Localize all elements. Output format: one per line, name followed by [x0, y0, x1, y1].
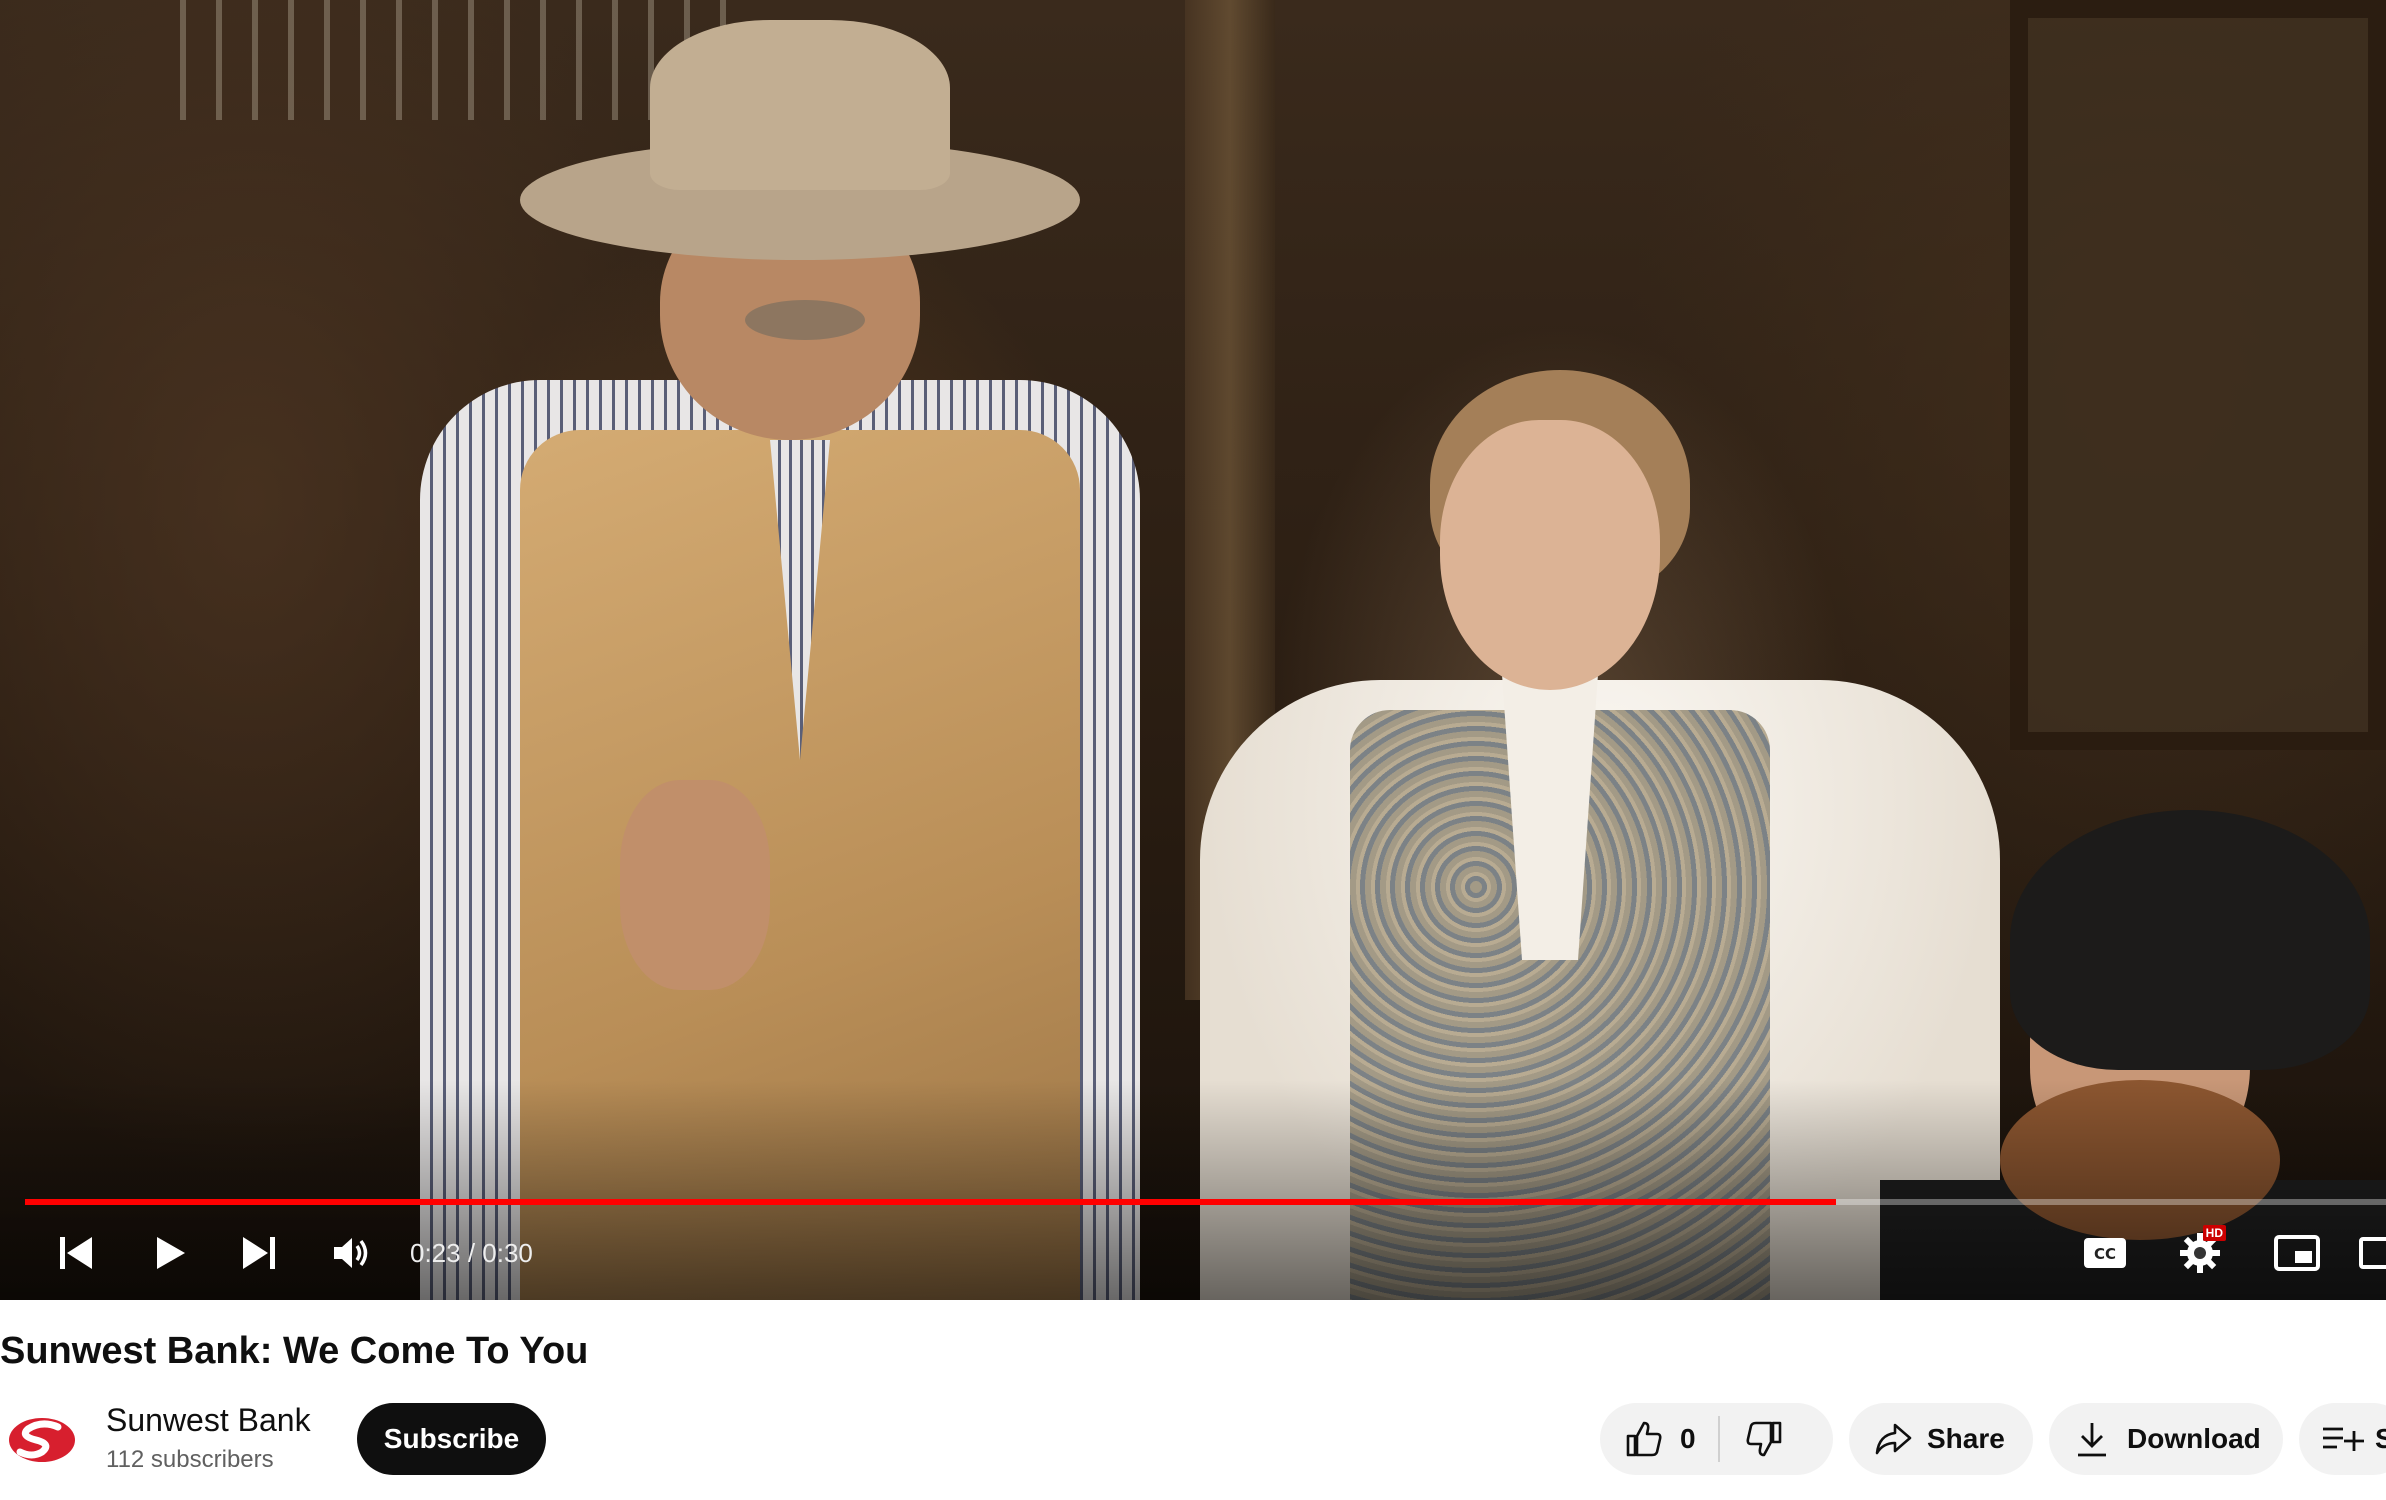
download-button[interactable]: Download — [2049, 1403, 2283, 1475]
miniplayer-button[interactable] — [2262, 1218, 2332, 1288]
scene-painting-frame — [2010, 0, 2386, 750]
settings-button[interactable]: HD — [2165, 1218, 2235, 1288]
like-button[interactable]: 0 — [1600, 1403, 1718, 1475]
sunwest-logo-icon — [6, 1414, 78, 1471]
like-dislike-group: 0 — [1600, 1403, 1833, 1475]
add-to-playlist-icon — [2321, 1422, 2365, 1456]
thumbs-up-icon — [1624, 1419, 1664, 1459]
scene-seated-man-hat — [2010, 810, 2370, 1070]
thumbs-down-icon — [1744, 1419, 1784, 1459]
time-separator: / — [460, 1237, 483, 1268]
skip-previous-icon — [56, 1233, 96, 1273]
hd-badge: HD — [2202, 1225, 2226, 1241]
skip-next-icon — [239, 1233, 279, 1273]
subscribe-button[interactable]: Subscribe — [357, 1403, 546, 1475]
current-time: 0:23 — [410, 1237, 461, 1268]
scene-man-hat-crown — [650, 20, 950, 190]
theater-mode-icon — [2358, 1234, 2386, 1272]
share-label: Share — [1927, 1423, 2005, 1454]
closed-captions-icon: CC — [2082, 1236, 2128, 1270]
mute-button[interactable] — [318, 1218, 386, 1288]
progress-bar[interactable] — [25, 1199, 2386, 1205]
video-title: Sunwest Bank: We Come To You — [0, 1330, 589, 1372]
skip-next-button[interactable] — [228, 1218, 290, 1288]
time-display: 0:23 / 0:30 — [410, 1218, 533, 1288]
share-arrow-icon — [1873, 1419, 1913, 1459]
share-button[interactable]: Share — [1849, 1403, 2033, 1475]
duration: 0:30 — [482, 1237, 533, 1268]
theater-mode-button[interactable] — [2358, 1218, 2386, 1288]
play-button[interactable] — [138, 1218, 200, 1288]
svg-text:CC: CC — [2094, 1245, 2116, 1263]
gear-icon: HD — [2178, 1225, 2226, 1275]
save-label: S — [2375, 1423, 2386, 1454]
channel-avatar[interactable] — [6, 1406, 78, 1478]
video-player[interactable]: 0:23 / 0:30 CC HD — [0, 0, 2386, 1300]
save-button[interactable]: S — [2299, 1403, 2386, 1475]
miniplayer-icon — [2273, 1234, 2321, 1272]
scene-man-hand — [620, 780, 770, 990]
download-label: Download — [2127, 1423, 2261, 1454]
like-count: 0 — [1680, 1423, 1696, 1454]
volume-icon — [330, 1233, 374, 1273]
subscriber-count: 112 subscribers — [106, 1446, 274, 1473]
play-icon — [149, 1233, 189, 1273]
scene-man-mustache — [745, 300, 865, 340]
captions-button[interactable]: CC — [2070, 1218, 2140, 1288]
scene-woman-face — [1440, 420, 1660, 690]
dislike-button[interactable] — [1720, 1403, 1784, 1475]
channel-name[interactable]: Sunwest Bank — [106, 1402, 311, 1439]
download-icon — [2075, 1420, 2109, 1458]
skip-previous-button[interactable] — [45, 1218, 107, 1288]
progress-bar-played — [25, 1199, 1836, 1205]
